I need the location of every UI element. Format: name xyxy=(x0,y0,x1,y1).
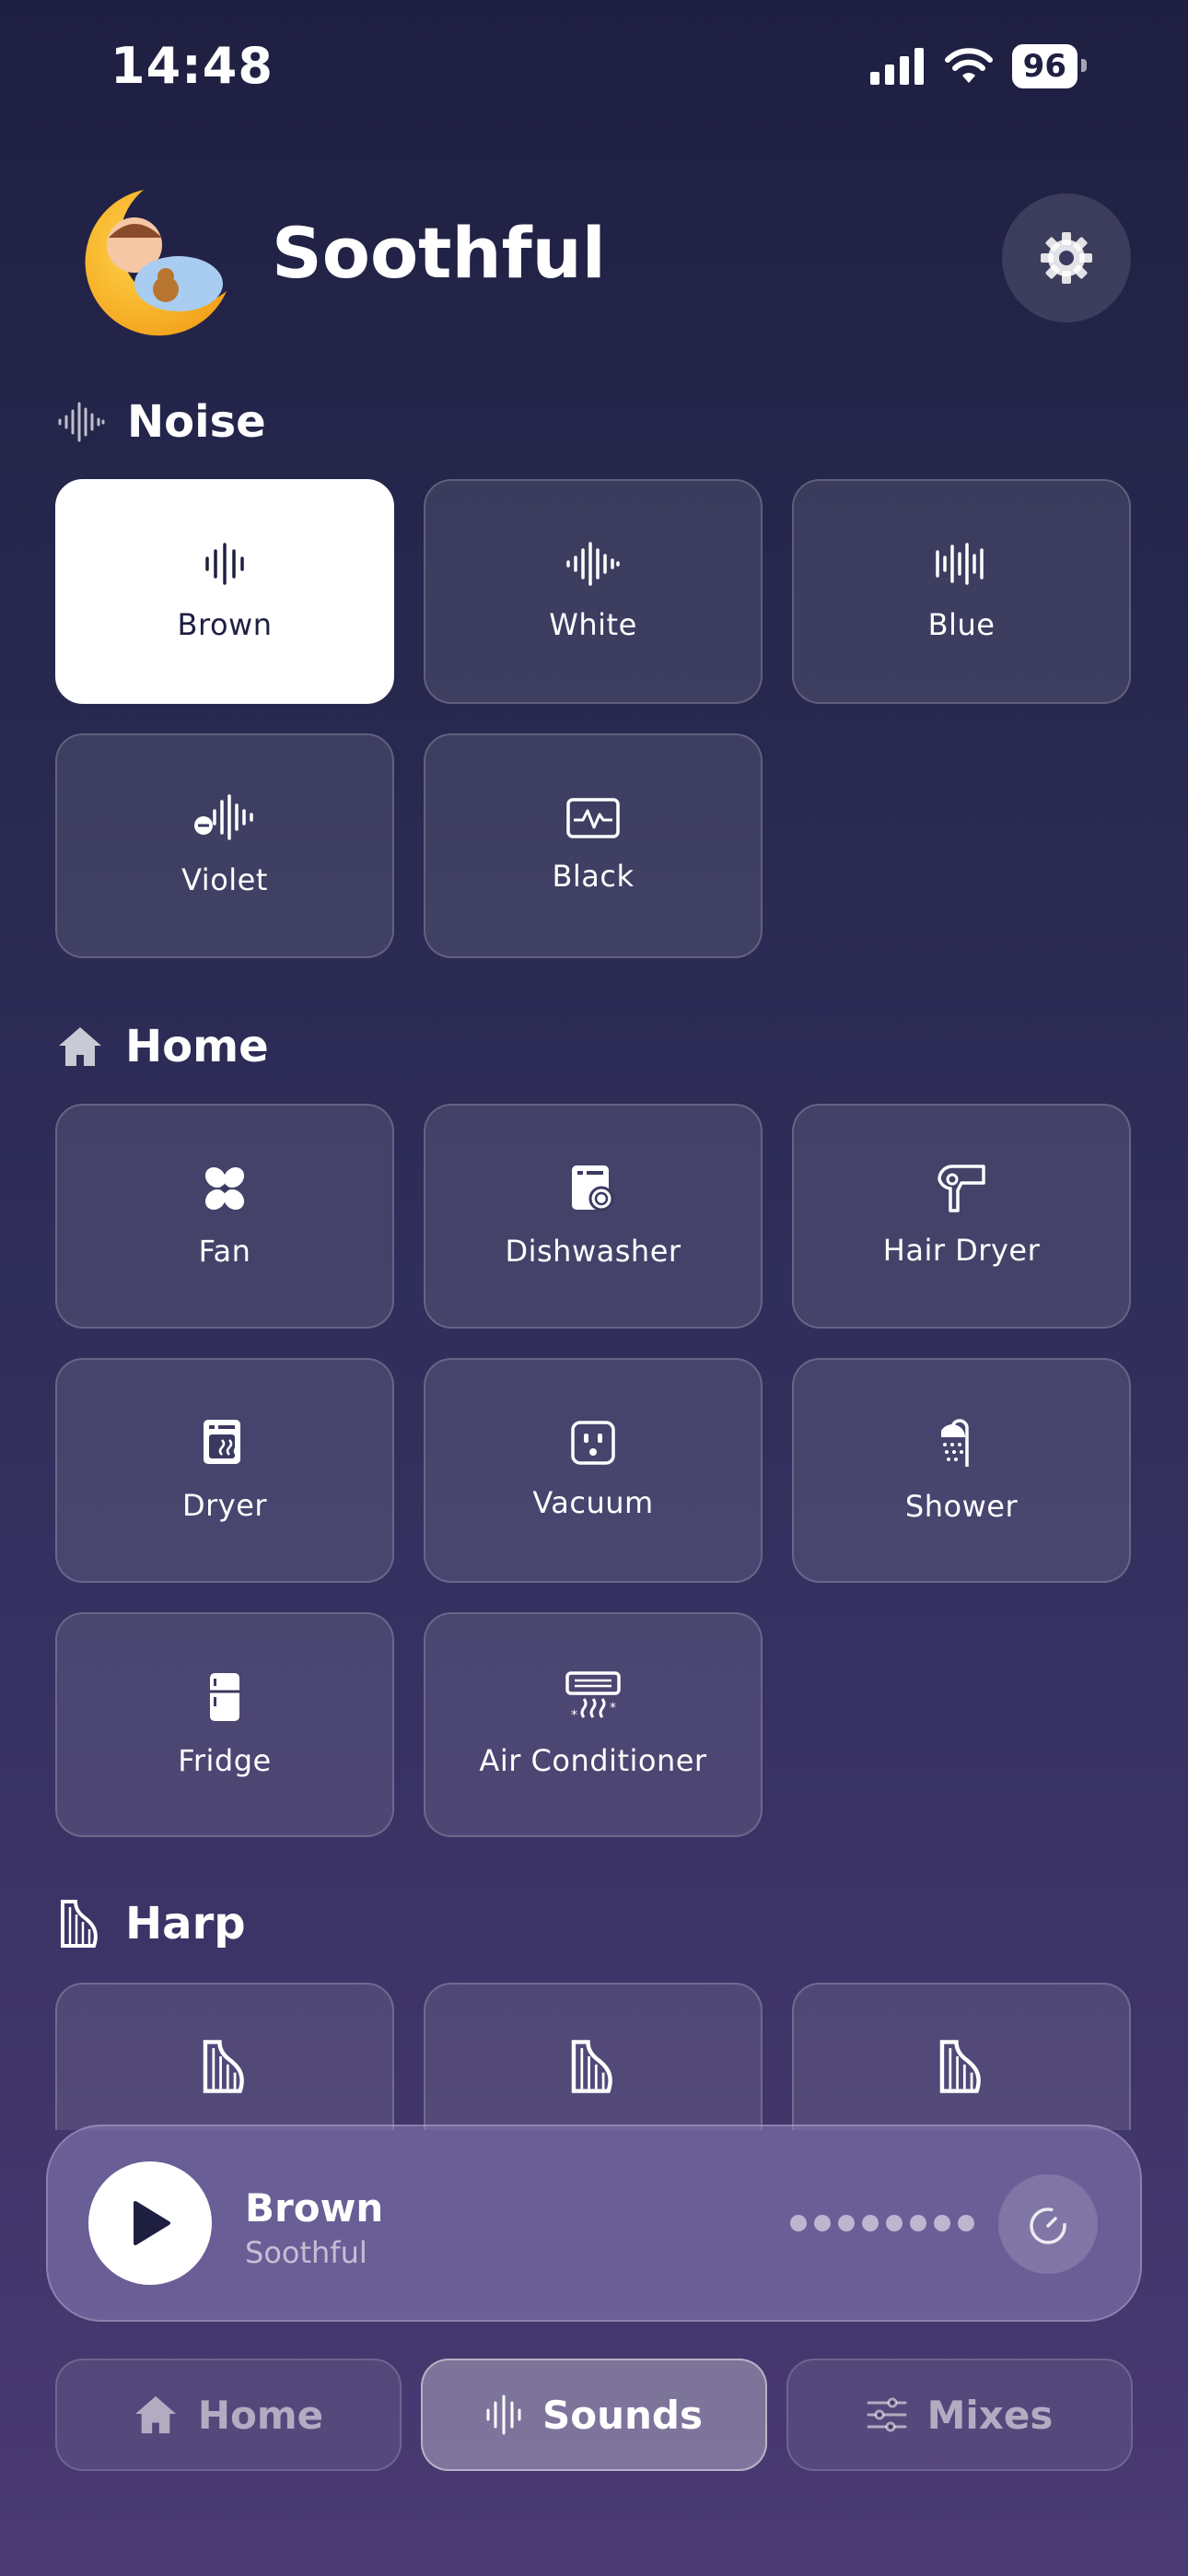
air-conditioner-icon: * * xyxy=(565,1671,621,1723)
harp-icon xyxy=(939,2040,981,2093)
hair-dryer-icon xyxy=(938,1165,985,1212)
outlet-icon xyxy=(571,1421,615,1465)
tile-label: Shower xyxy=(904,1489,1019,1524)
app-logo xyxy=(70,181,236,346)
dryer-icon xyxy=(204,1420,240,1464)
tile-label: Dryer xyxy=(181,1488,268,1523)
sound-tile-dishwasher[interactable]: Dishwasher xyxy=(424,1104,763,1329)
app-title: Soothful xyxy=(272,212,606,294)
section-title: Noise xyxy=(127,396,266,448)
sound-tile-black[interactable]: Black xyxy=(424,733,763,958)
dishwasher-icon xyxy=(572,1165,614,1212)
svg-text:*: * xyxy=(571,1708,577,1723)
tile-label: Black xyxy=(552,859,635,894)
tile-label: Fridge xyxy=(178,1743,272,1778)
tile-label: White xyxy=(549,607,637,642)
tile-label: Blue xyxy=(927,607,996,642)
waveform-icon xyxy=(58,402,105,442)
waveform-dense-icon xyxy=(936,543,984,585)
tab-label: Mixes xyxy=(926,2392,1054,2438)
volume-level-dots[interactable] xyxy=(790,2215,974,2231)
section-home-header: Home xyxy=(57,1021,269,1072)
harp-icon xyxy=(203,2040,244,2093)
waveform-minus-icon xyxy=(194,794,253,840)
sound-tile-white[interactable]: White xyxy=(424,479,763,704)
now-playing-bar[interactable]: Brown Soothful xyxy=(46,2125,1142,2322)
tab-label: Home xyxy=(197,2392,324,2438)
waveform-box-icon xyxy=(566,798,620,838)
section-harp-header: Harp xyxy=(57,1898,246,1950)
play-icon xyxy=(134,2201,170,2245)
sound-tile-brown[interactable]: Brown xyxy=(55,479,394,704)
sound-tile-fan[interactable]: Fan xyxy=(55,1104,394,1329)
house-icon xyxy=(59,1027,101,1066)
tile-label: Hair Dryer xyxy=(882,1233,1041,1268)
harp-icon xyxy=(571,2040,612,2093)
status-time: 14:48 xyxy=(111,37,274,95)
house-icon xyxy=(134,2395,176,2434)
wifi-icon xyxy=(944,48,993,83)
fridge-icon xyxy=(210,1673,239,1721)
timer-icon xyxy=(1030,2207,1066,2244)
sound-tile-harp-2[interactable] xyxy=(424,1983,763,2130)
fan-icon xyxy=(204,1166,245,1211)
sound-tile-air-conditioner[interactable]: * * Air Conditioner xyxy=(424,1612,763,1837)
tile-label: Violet xyxy=(181,862,268,897)
battery-indicator: 96 xyxy=(1011,44,1088,88)
gear-icon xyxy=(1041,232,1092,284)
sound-tile-vacuum[interactable]: Vacuum xyxy=(424,1358,763,1583)
section-title: Harp xyxy=(125,1898,246,1950)
svg-text:*: * xyxy=(610,1701,616,1715)
now-playing-title: Brown xyxy=(245,2185,384,2231)
section-noise-header: Noise xyxy=(57,396,266,448)
tab-mixes[interactable]: Mixes xyxy=(786,2359,1133,2471)
tab-sounds[interactable]: Sounds xyxy=(421,2359,767,2471)
tile-label: Fan xyxy=(198,1234,251,1269)
sound-tile-blue[interactable]: Blue xyxy=(792,479,1131,704)
now-playing-subtitle: Soothful xyxy=(245,2235,367,2270)
sound-tile-dryer[interactable]: Dryer xyxy=(55,1358,394,1583)
sleep-timer-button[interactable] xyxy=(998,2174,1098,2274)
shower-icon xyxy=(941,1419,969,1467)
tile-label: Brown xyxy=(177,607,273,642)
settings-button[interactable] xyxy=(1002,193,1131,322)
sound-tile-shower[interactable]: Shower xyxy=(792,1358,1131,1583)
sliders-icon xyxy=(867,2397,907,2432)
sound-tile-fridge[interactable]: Fridge xyxy=(55,1612,394,1837)
waveform-icon xyxy=(566,542,620,586)
tile-label: Dishwasher xyxy=(505,1234,681,1269)
cellular-signal-icon xyxy=(869,48,924,85)
waveform-narrow-icon xyxy=(205,543,244,585)
sound-tile-harp-1[interactable] xyxy=(55,1983,394,2130)
waveform-icon xyxy=(486,2395,521,2435)
harp-icon xyxy=(61,1900,98,1948)
tile-label: Vacuum xyxy=(532,1485,654,1520)
tab-label: Sounds xyxy=(542,2392,703,2438)
sound-tile-hair-dryer[interactable]: Hair Dryer xyxy=(792,1104,1131,1329)
sound-tile-harp-3[interactable] xyxy=(792,1983,1131,2130)
tile-label: Air Conditioner xyxy=(479,1743,707,1778)
play-button[interactable] xyxy=(88,2161,212,2285)
section-title: Home xyxy=(125,1021,269,1072)
sound-tile-violet[interactable]: Violet xyxy=(55,733,394,958)
status-icons: 96 xyxy=(869,39,1088,94)
tab-home[interactable]: Home xyxy=(55,2359,402,2471)
